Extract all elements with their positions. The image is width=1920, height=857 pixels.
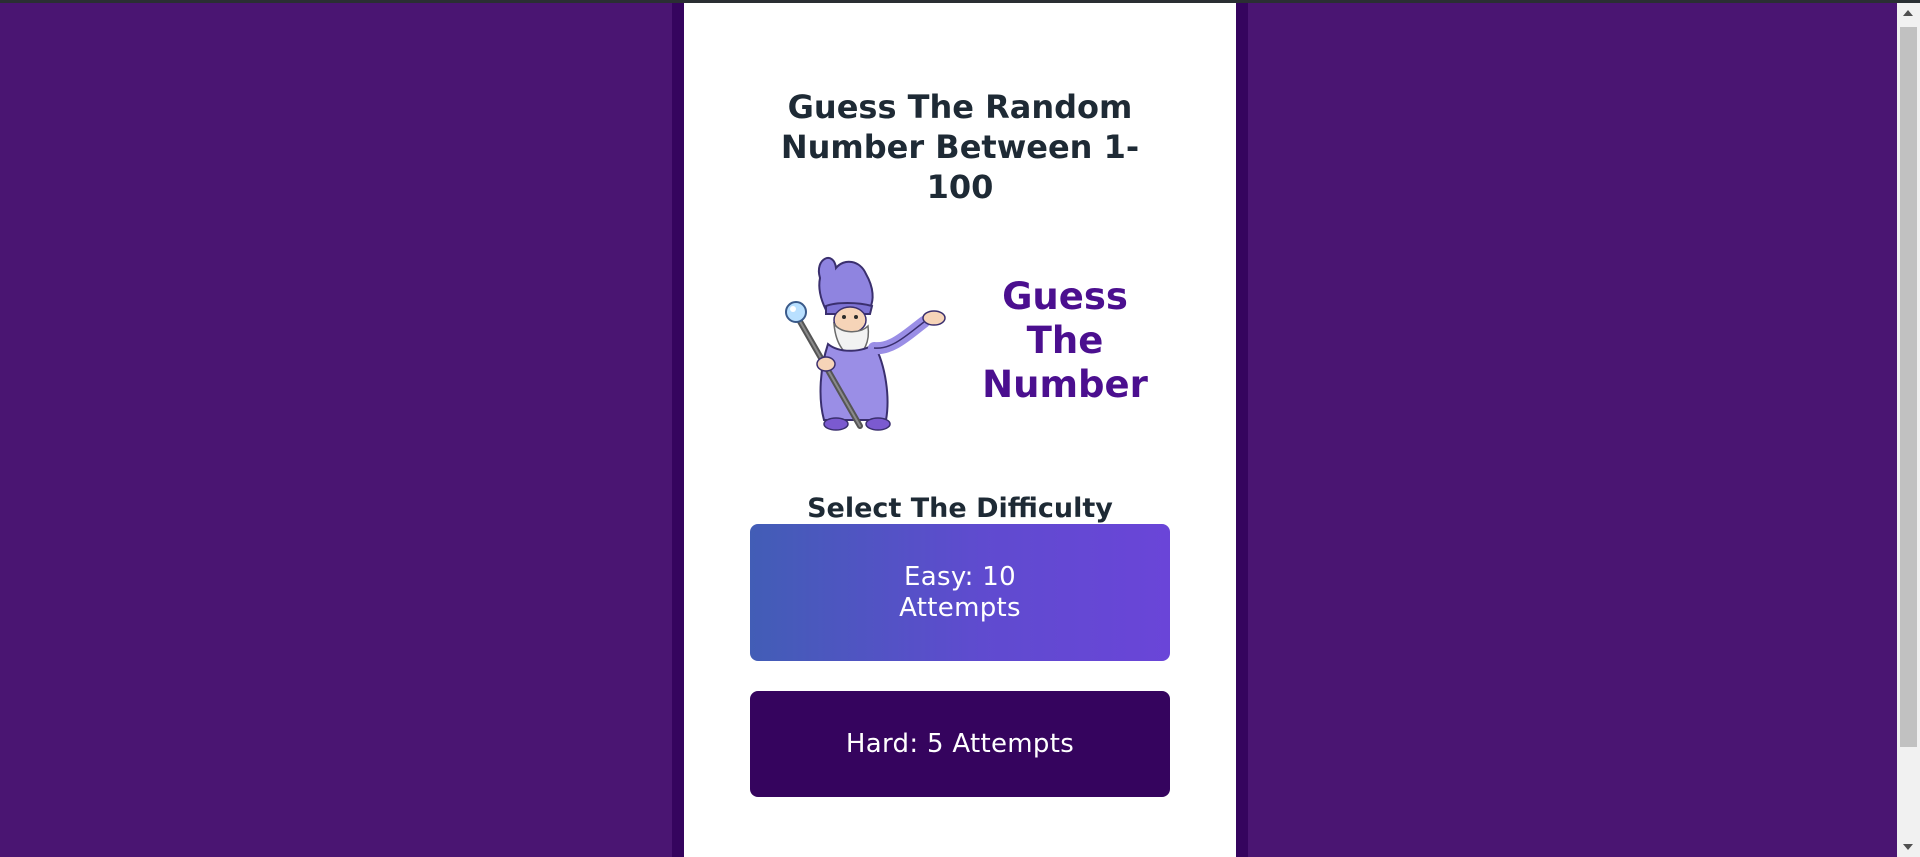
title-line-1: Guess The Random bbox=[787, 88, 1133, 126]
hard-button-label: Hard: 5 Attempts bbox=[845, 728, 1075, 759]
wizard-mascot-icon bbox=[785, 257, 946, 431]
game-card: Guess The Random Number Between 1- 100 G… bbox=[684, 3, 1236, 857]
scroll-down-arrow-icon[interactable] bbox=[1903, 844, 1913, 850]
hard-difficulty-button[interactable]: Hard: 5 Attempts bbox=[750, 691, 1170, 797]
easy-label-line-2: Attempts bbox=[899, 592, 1021, 623]
title-line-3: 100 bbox=[926, 168, 994, 206]
page-scrollbar[interactable] bbox=[1897, 3, 1920, 857]
title-line-2: Number Between 1- bbox=[780, 128, 1140, 166]
logo-text-line-3: Number bbox=[982, 363, 1148, 406]
easy-button-label: Easy: 10 Attempts bbox=[875, 562, 1045, 624]
scroll-thumb[interactable] bbox=[1900, 27, 1917, 747]
easy-label-line-1: Easy: 10 bbox=[904, 561, 1016, 592]
page-title: Guess The Random Number Between 1- 100 bbox=[684, 87, 1236, 207]
logo-text: Guess The Number bbox=[980, 275, 1150, 407]
scroll-up-arrow-icon[interactable] bbox=[1903, 10, 1913, 16]
logo-text-line-2: The bbox=[1026, 319, 1104, 362]
easy-difficulty-button[interactable]: Easy: 10 Attempts bbox=[750, 524, 1170, 661]
difficulty-title: Select The Difficulty bbox=[807, 493, 1113, 524]
logo-text-line-1: Guess bbox=[1002, 275, 1128, 318]
game-logo: Guess The Number bbox=[774, 248, 1148, 438]
